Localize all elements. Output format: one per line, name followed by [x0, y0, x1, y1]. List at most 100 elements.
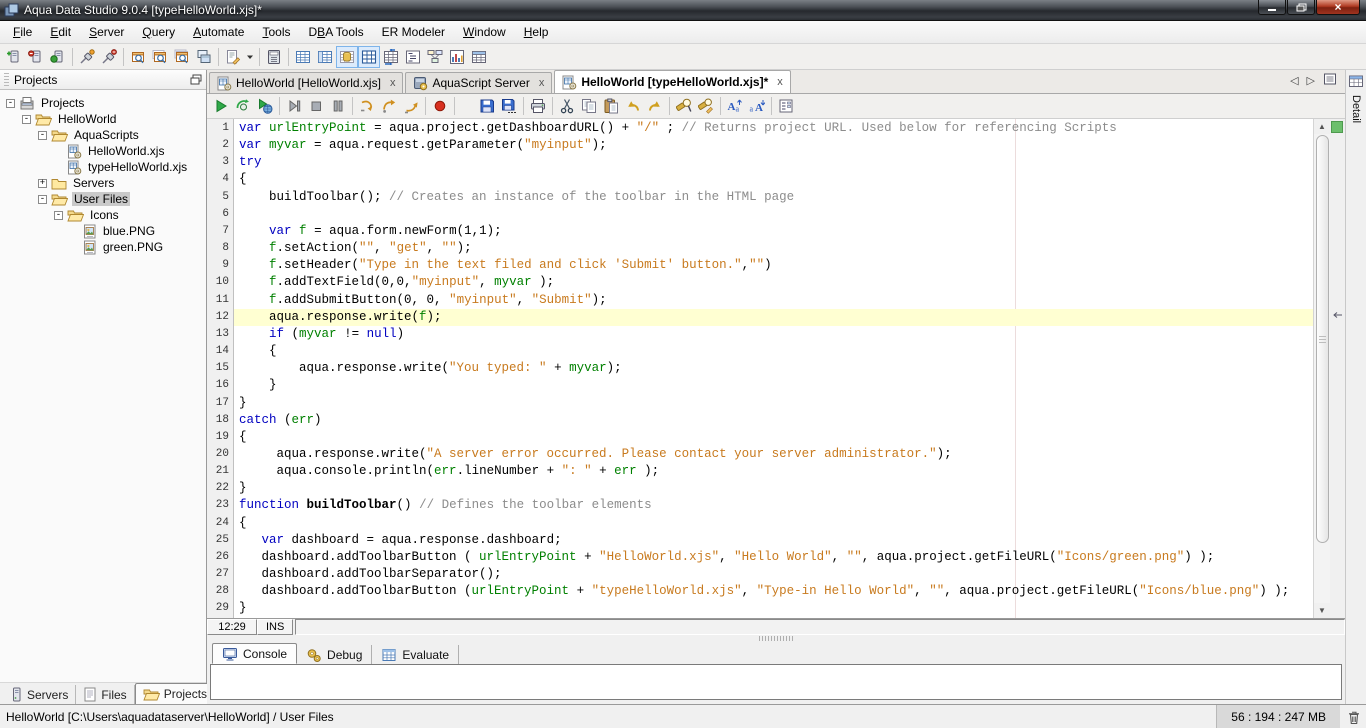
console-tab-debug[interactable]: Debug — [297, 645, 373, 664]
code-line-7[interactable]: var f = aqua.form.newForm(1,1); — [234, 223, 1313, 240]
menu-dba-tools[interactable]: DBA Tools — [300, 21, 373, 43]
tree-toggle-icon[interactable]: - — [6, 98, 15, 108]
document-tab[interactable]: HelloWorld [HelloWorld.xjs] x — [209, 72, 404, 93]
editor-options-button[interactable] — [775, 95, 797, 117]
menu-tools[interactable]: Tools — [253, 21, 299, 43]
execute-server-button[interactable] — [254, 95, 276, 117]
execute-edit-button[interactable] — [232, 95, 254, 117]
scroll-up-arrow[interactable]: ▲ — [1314, 119, 1330, 134]
connect-server-button[interactable] — [47, 46, 69, 68]
tab-scroll-left-icon[interactable]: ◁ — [1290, 74, 1298, 87]
paste-button[interactable] — [600, 95, 622, 117]
sidebar-tab-projects[interactable]: Projects — [134, 683, 216, 704]
console-output-panel[interactable] — [210, 664, 1342, 700]
plug-add-button[interactable] — [76, 46, 98, 68]
step-over-button[interactable] — [378, 95, 400, 117]
sidebar-tab-servers[interactable]: Servers — [3, 685, 77, 704]
schema-browser-button[interactable] — [263, 46, 285, 68]
tree-item-icons[interactable]: - Icons — [0, 207, 206, 223]
code-line-18[interactable]: catch (err) — [234, 412, 1313, 429]
code-line-22[interactable]: } — [234, 480, 1313, 497]
menu-edit[interactable]: Edit — [41, 21, 80, 43]
code-line-11[interactable]: f.addSubmitButton(0, 0, "myinput", "Subm… — [234, 292, 1313, 309]
menu-er-modeler[interactable]: ER Modeler — [373, 21, 454, 43]
code-line-4[interactable]: { — [234, 171, 1313, 188]
grid-large-button[interactable] — [358, 45, 380, 68]
float-panel-icon[interactable] — [190, 74, 202, 85]
horizontal-scrollbar[interactable] — [295, 619, 1345, 635]
register-server-button[interactable] — [3, 46, 25, 68]
print-button[interactable] — [527, 95, 549, 117]
plug-remove-button[interactable] — [98, 46, 120, 68]
stop-button[interactable] — [305, 95, 327, 117]
table-results-button[interactable] — [292, 46, 314, 68]
tree-item-label[interactable]: User Files — [72, 192, 131, 206]
tree-item-helloworld[interactable]: - HelloWorld — [0, 111, 206, 127]
script-open-button[interactable] — [222, 46, 244, 68]
menu-automate[interactable]: Automate — [184, 21, 253, 43]
detail-side-tab[interactable]: Detail — [1345, 70, 1366, 704]
code-line-12[interactable]: aqua.response.write(f); — [234, 308, 1313, 326]
code-line-5[interactable]: buildToolbar(); // Creates an instance o… — [234, 189, 1313, 206]
code-line-16[interactable]: } — [234, 377, 1313, 394]
tree-item-helloworld-xjs[interactable]: HelloWorld.xjs — [0, 143, 206, 159]
case-upper-button[interactable]: Aa — [724, 95, 746, 117]
tab-list-button[interactable] — [1323, 72, 1337, 89]
code-editor[interactable]: 1 2 3 4 5 6 7 8 9 10 11 12 13 14 15 16 17 18 19 20 21 22 23 24 2… — [207, 119, 1345, 618]
code-line-1[interactable]: var urlEntryPoint = aqua.project.getDash… — [234, 120, 1313, 137]
code-line-20[interactable]: aqua.response.write("A server error occu… — [234, 446, 1313, 463]
find-button[interactable] — [673, 95, 695, 117]
tree-item-label[interactable]: HelloWorld — [56, 112, 118, 126]
tree-item-aquascripts[interactable]: - AquaScripts — [0, 127, 206, 143]
close-button[interactable]: × — [1316, 0, 1360, 15]
code-line-9[interactable]: f.setHeader("Type in the text filed and … — [234, 257, 1313, 274]
menu-help[interactable]: Help — [515, 21, 558, 43]
query-window-button[interactable] — [127, 46, 149, 68]
code-line-17[interactable]: } — [234, 395, 1313, 412]
code-line-23[interactable]: function buildToolbar() // Defines the t… — [234, 497, 1313, 514]
table-side-button[interactable] — [314, 46, 336, 68]
code-line-14[interactable]: { — [234, 343, 1313, 360]
table-swap-button[interactable] — [380, 46, 402, 68]
tree-item-label[interactable]: typeHelloWorld.xjs — [86, 160, 189, 174]
tree-item-label[interactable]: Projects — [39, 96, 86, 110]
garbage-collect-button[interactable] — [1340, 705, 1366, 728]
code-line-10[interactable]: f.addTextField(0,0,"myinput", myvar ); — [234, 274, 1313, 291]
pause-button[interactable] — [327, 95, 349, 117]
code-line-8[interactable]: f.setAction("", "get", ""); — [234, 240, 1313, 257]
code-line-6[interactable] — [234, 206, 1313, 223]
code-line-19[interactable]: { — [234, 429, 1313, 446]
db-cylinder-button[interactable] — [336, 45, 358, 68]
table-header-blue-button[interactable] — [468, 46, 490, 68]
code-line-26[interactable]: dashboard.addToolbarButton ( urlEntryPoi… — [234, 549, 1313, 566]
tree-item-label[interactable]: green.PNG — [101, 240, 165, 254]
code-line-2[interactable]: var myvar = aqua.request.getParameter("m… — [234, 137, 1313, 154]
step-out-button[interactable] — [400, 95, 422, 117]
redo-button[interactable] — [644, 95, 666, 117]
menu-file[interactable]: File — [4, 21, 41, 43]
save-as-button[interactable] — [498, 95, 520, 117]
tree-item-label[interactable]: blue.PNG — [101, 224, 157, 238]
step-into-button[interactable] — [356, 95, 378, 117]
tree-item-user-files[interactable]: - User Files — [0, 191, 206, 207]
outline-view-button[interactable] — [402, 46, 424, 68]
maximize-button[interactable] — [1287, 0, 1315, 15]
scrollbar-thumb[interactable] — [1315, 135, 1329, 543]
document-tab[interactable]: HelloWorld [typeHelloWorld.xjs]* x — [554, 70, 791, 93]
menu-query[interactable]: Query — [133, 21, 184, 43]
code-line-15[interactable]: aqua.response.write("You typed: " + myva… — [234, 360, 1313, 377]
case-lower-button[interactable]: aA — [746, 95, 768, 117]
caret-down-button[interactable] — [244, 46, 256, 68]
scroll-down-arrow[interactable]: ▼ — [1314, 603, 1330, 618]
tab-scroll-right-icon[interactable]: ▷ — [1307, 74, 1315, 87]
execute-button[interactable] — [210, 95, 232, 117]
tree-toggle-icon[interactable]: - — [22, 114, 31, 124]
code-line-28[interactable]: dashboard.addToolbarButton (urlEntryPoin… — [234, 583, 1313, 600]
panel-grip[interactable] — [4, 72, 9, 87]
console-splitter[interactable] — [207, 635, 1345, 642]
tree-toggle-icon[interactable]: - — [54, 210, 63, 220]
tree-toggle-icon[interactable]: + — [38, 178, 47, 188]
code-line-13[interactable]: if (myvar != null) — [234, 326, 1313, 343]
tree-item-projects[interactable]: - Projects — [0, 95, 206, 111]
tree-item-label[interactable]: Servers — [71, 176, 116, 190]
